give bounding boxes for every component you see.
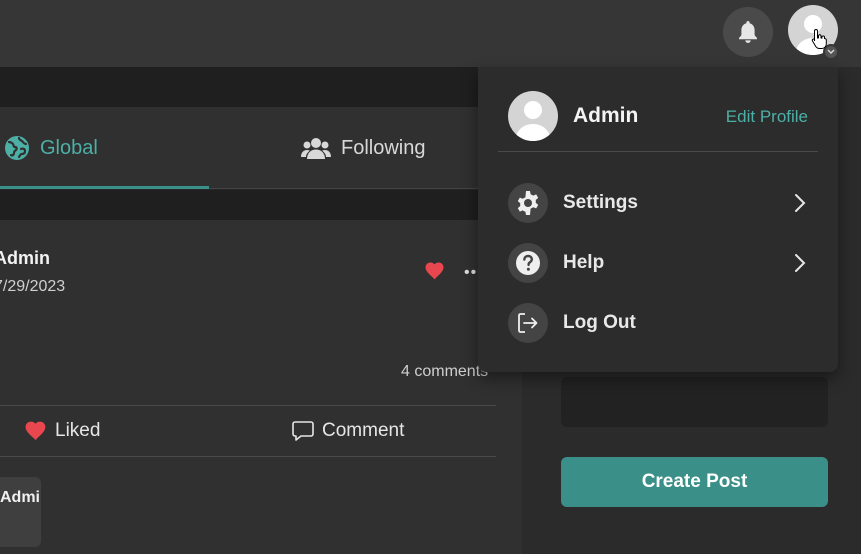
users-icon (301, 138, 331, 159)
hand-cursor-icon (811, 28, 827, 49)
feed-tabs: Global Following (0, 107, 522, 189)
heart-icon (25, 421, 46, 441)
menu-item-logout[interactable]: Log Out (498, 295, 818, 351)
comment-label: Comment (322, 420, 405, 441)
avatar (508, 91, 558, 141)
active-tab-indicator (0, 186, 209, 189)
chevron-right-icon (795, 254, 806, 272)
like-label: Liked (55, 420, 101, 441)
menu-item-label: Help (563, 252, 605, 273)
logout-icon (518, 313, 538, 333)
comment-button[interactable]: Comment (292, 406, 404, 456)
menu-item-label: Log Out (563, 312, 636, 333)
gear-icon (517, 191, 539, 215)
post-card: Admin 7/29/2023 •• 4 comments Liked Comm… (0, 220, 522, 554)
tab-global-label: Global (40, 136, 98, 159)
tab-following-label: Following (341, 136, 426, 159)
feed-panel: Global Following Admin 7/29/2023 •• 4 co… (0, 67, 522, 554)
post-date: 7/29/2023 (0, 278, 66, 295)
comment-preview: Admin (0, 477, 41, 547)
tab-global[interactable]: Global (4, 107, 98, 189)
menu-item-label: Settings (563, 192, 638, 213)
like-button[interactable]: Liked (25, 406, 100, 456)
bell-icon (739, 21, 757, 43)
create-post-button[interactable]: Create Post (561, 457, 828, 507)
notifications-button[interactable] (723, 7, 773, 57)
menu-header: Admin Edit Profile (498, 67, 818, 152)
menu-user-name: Admin (573, 104, 639, 127)
more-options-button[interactable]: •• (464, 264, 477, 282)
globe-icon (5, 136, 29, 160)
profile-dropdown-menu: Admin Edit Profile Settings Help Log Out (478, 67, 838, 372)
comment-icon (292, 421, 314, 441)
comments-count[interactable]: 4 comments (401, 363, 488, 381)
tab-following[interactable]: Following (301, 107, 425, 189)
post-author[interactable]: Admin (0, 248, 50, 269)
top-bar (0, 0, 861, 67)
question-icon (516, 251, 540, 275)
comment-author: Admin (0, 489, 41, 506)
post-input[interactable] (561, 377, 828, 427)
user-avatar-icon (515, 101, 551, 141)
menu-item-help[interactable]: Help (498, 235, 818, 291)
edit-profile-link[interactable]: Edit Profile (726, 107, 808, 127)
chevron-right-icon (795, 194, 806, 212)
heart-icon[interactable] (425, 262, 445, 280)
post-actions: Liked Comment (0, 405, 496, 457)
menu-item-settings[interactable]: Settings (498, 175, 818, 231)
